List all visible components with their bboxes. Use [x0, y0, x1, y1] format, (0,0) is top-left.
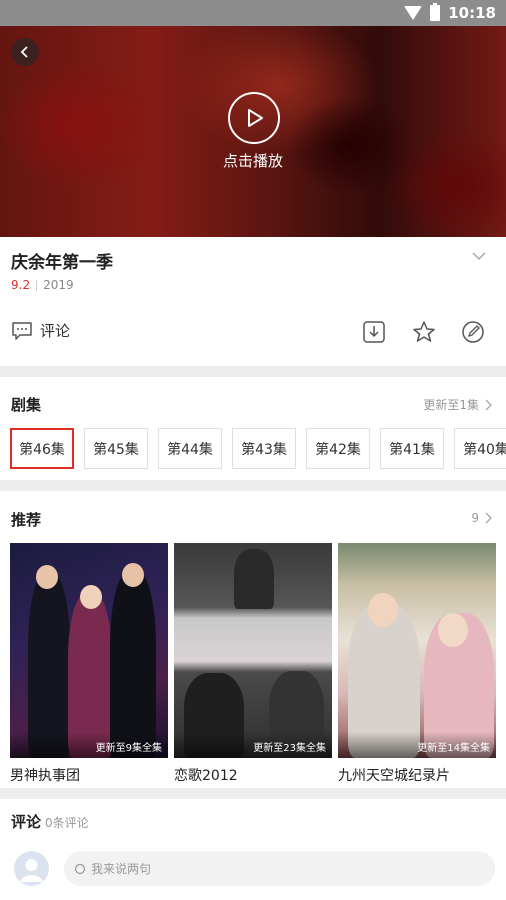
play-icon	[248, 109, 263, 127]
poster-badge: 更新至14集全集	[338, 732, 496, 758]
episode-item[interactable]: 第43集	[232, 428, 296, 469]
star-icon[interactable]	[411, 319, 437, 345]
play-button[interactable]	[228, 92, 280, 144]
action-bar: 评论	[0, 317, 506, 349]
comments-section: 评论 0条评论 我来说两句	[0, 799, 506, 900]
chevron-left-icon	[20, 46, 28, 58]
episodes-more[interactable]: 更新至1集	[423, 396, 492, 413]
status-time: 10:18	[448, 4, 496, 22]
recommend-list: 更新至9集全集 男神执事团 更新至23集全集 恋歌2012 更新至14集全集 九…	[10, 543, 496, 785]
recommend-count: 9	[471, 511, 479, 525]
show-meta: 9.2 2019	[11, 278, 74, 292]
poster-title: 九州天空城纪录片	[338, 768, 450, 784]
recommend-card[interactable]: 更新至14集全集 九州天空城纪录片	[338, 543, 496, 785]
recommend-section: 推荐 9 更新至9集全集 男神执事团 更新至23集全集 恋歌2012 更新至14…	[0, 491, 506, 788]
episode-item[interactable]: 第45集	[84, 428, 148, 469]
chevron-right-icon	[485, 512, 492, 524]
edit-icon[interactable]	[460, 319, 486, 345]
avatar	[14, 851, 49, 886]
show-rating: 9.2	[11, 278, 31, 292]
chat-bubble-icon	[74, 863, 86, 874]
recommend-card[interactable]: 更新至9集全集 男神执事团	[10, 543, 168, 785]
show-title: 庆余年第一季	[11, 253, 113, 273]
video-player[interactable]: 点击播放	[0, 26, 506, 237]
show-year: 2019	[43, 278, 74, 292]
comment-input[interactable]: 我来说两句	[64, 851, 495, 886]
play-label[interactable]: 点击播放	[0, 150, 506, 171]
comment-button[interactable]: 评论	[11, 320, 70, 341]
back-button[interactable]	[11, 38, 39, 66]
episode-item[interactable]: 第41集	[380, 428, 444, 469]
battery-icon	[430, 3, 441, 21]
comments-header: 评论 0条评论	[11, 811, 89, 832]
comments-title: 评论	[11, 813, 42, 831]
poster-badge: 更新至9集全集	[10, 732, 168, 758]
chevron-right-icon	[485, 399, 492, 410]
poster-title: 恋歌2012	[174, 768, 238, 784]
episode-item[interactable]: 第42集	[306, 428, 370, 469]
poster-image: 更新至23集全集	[174, 543, 332, 758]
episode-list: 第46集 第45集 第44集 第43集 第42集 第41集 第40集	[10, 428, 506, 469]
poster-image: 更新至9集全集	[10, 543, 168, 758]
divider	[36, 279, 38, 291]
comment-placeholder: 我来说两句	[91, 862, 152, 876]
wifi-icon	[404, 6, 423, 20]
episode-item[interactable]: 第44集	[158, 428, 222, 469]
comment-icon	[12, 321, 32, 340]
recommend-card[interactable]: 更新至23集全集 恋歌2012	[174, 543, 332, 785]
comment-count: 0条评论	[45, 816, 89, 830]
episode-item[interactable]: 第46集	[10, 428, 74, 469]
comment-label: 评论	[40, 322, 71, 340]
poster-title: 男神执事团	[10, 768, 80, 784]
poster-badge: 更新至23集全集	[174, 732, 332, 758]
episodes-update-text: 更新至1集	[423, 398, 479, 412]
show-info: 庆余年第一季 9.2 2019 评论	[0, 237, 506, 366]
download-icon[interactable]	[361, 319, 387, 345]
recommend-more[interactable]: 9	[471, 511, 492, 525]
episode-item[interactable]: 第40集	[454, 428, 506, 469]
episodes-section: 剧集 更新至1集 第46集 第45集 第44集 第43集 第42集 第41集 第…	[0, 377, 506, 480]
chevron-down-icon[interactable]	[472, 251, 486, 261]
recommend-title: 推荐	[11, 511, 42, 529]
poster-image: 更新至14集全集	[338, 543, 496, 758]
episodes-title: 剧集	[11, 396, 42, 414]
status-bar: 10:18	[0, 0, 506, 26]
user-icon	[20, 859, 43, 882]
